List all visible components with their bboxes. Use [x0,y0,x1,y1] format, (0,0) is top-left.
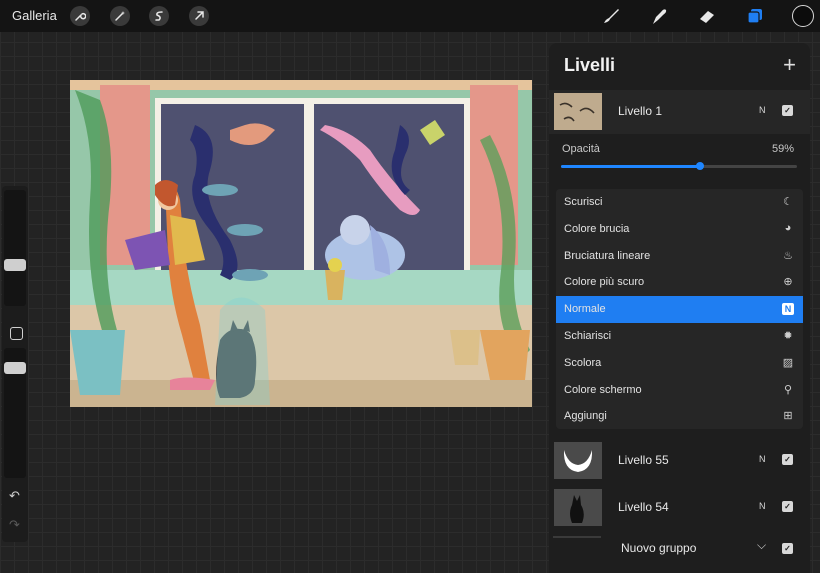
selection-s-icon[interactable] [149,6,169,26]
opacity-label: Opacità [562,143,600,155]
flame-icon: ♨ [783,249,793,262]
modify-button[interactable] [10,327,23,340]
redo-icon[interactable]: ↷ [9,517,20,533]
blend-mode-item[interactable]: Schiarisci ✹ [556,323,803,350]
moon-icon: ☾ [783,196,793,208]
layer-row-livello-54[interactable]: Livello 54 N ✓ [549,486,810,530]
layer-row-livello-1[interactable]: Livello 1 N ✓ [549,90,810,134]
blend-mode-label: Scolora [564,356,602,369]
blend-mode-label: Colore brucia [564,222,630,235]
blend-mode-badge[interactable]: N [759,501,766,511]
layers-panel: Livelli + Livello 1 N ✓ Opacità 59% Scur… [549,43,810,573]
layers-icon[interactable] [744,5,766,27]
layer-row-livello-55[interactable]: Livello 55 N ✓ [549,439,810,483]
arrow-transform-icon[interactable] [189,6,209,26]
blend-mode-item[interactable]: Bruciatura lineare ♨ [556,243,803,270]
brush-size-thumb[interactable] [4,259,26,271]
brush-icon[interactable] [600,5,622,27]
burn-icon: ◕ [784,221,792,234]
plus-icon[interactable]: + [783,52,796,78]
blend-mode-item[interactable]: Scolora ▨ [556,350,803,377]
opacity-slider-knob[interactable] [696,162,705,170]
layer-name: Livello 55 [618,453,669,467]
artwork-canvas[interactable] [70,80,532,407]
plus-circle-icon: ⊕ [783,276,793,289]
brush-opacity-thumb[interactable] [4,362,26,374]
blend-mode-label: Colore più scuro [564,276,645,289]
layer-group-row[interactable]: Nuovo gruppo ⌵ ✓ [549,534,810,564]
layer-thumbnail [554,442,602,479]
group-name: Nuovo gruppo [621,541,697,555]
group-visibility-checkbox[interactable]: ✓ [782,543,793,554]
group-thumbnail [553,536,601,538]
layer-thumbnail [554,93,602,130]
opacity-slider[interactable] [561,162,797,170]
opacity-value: 59% [771,143,794,155]
search-icon: ⚲ [783,383,793,396]
blend-mode-label: Bruciatura lineare [564,249,651,262]
brush-size-slider[interactable] [4,190,26,306]
blend-mode-item[interactable]: Aggiungi ⊞ [556,403,803,430]
blend-mode-item[interactable]: Colore più scuro ⊕ [556,269,803,296]
blend-mode-label: Scurisci [564,196,603,208]
layer-visibility-checkbox[interactable]: ✓ [782,454,793,465]
layers-panel-title: Livelli [564,55,616,75]
chevron-down-icon[interactable]: ⌵ [757,538,766,553]
blend-mode-badge[interactable]: N [759,105,766,115]
blend-mode-badge[interactable]: N [759,454,766,464]
blend-mode-item[interactable]: Colore brucia ◕ [556,216,803,243]
blend-mode-list: Scurisci ☾ Colore brucia ◕ Bruciatura linear… [556,189,803,429]
magic-wand-icon[interactable] [110,6,130,26]
brush-sliders-sidebar: ↶ ↷ [2,186,28,542]
add-square-icon: ⊞ [783,410,793,423]
layer-visibility-checkbox[interactable]: ✓ [782,501,793,512]
opacity-slider-fill [561,165,701,168]
blend-mode-label: Schiarisci [564,330,612,342]
undo-icon[interactable]: ↶ [9,488,20,504]
blend-mode-item[interactable]: Normale N [556,296,803,324]
gallery-button[interactable]: Galleria [12,8,57,23]
sun-icon: ✹ [783,330,793,342]
layer-name: Livello 1 [618,104,663,118]
blend-mode-label: Colore schermo [564,383,642,396]
eraser-icon[interactable] [696,5,718,27]
blend-mode-item[interactable]: Colore schermo ⚲ [556,377,803,404]
blend-mode-item[interactable]: Scurisci ☾ [556,189,803,216]
blend-mode-label: Normale [564,303,606,316]
blend-mode-label: Aggiungi [564,410,607,423]
top-toolbar: Galleria [0,0,820,32]
wrench-icon[interactable] [70,6,90,26]
smudge-icon[interactable] [648,5,670,27]
normal-n-icon: N [782,303,794,316]
color-picker-button[interactable] [792,5,814,27]
layer-thumbnail [554,489,602,526]
layer-visibility-checkbox[interactable]: ✓ [782,105,793,116]
layer-name: Livello 54 [618,500,669,514]
hatch-icon: ▨ [782,356,794,369]
